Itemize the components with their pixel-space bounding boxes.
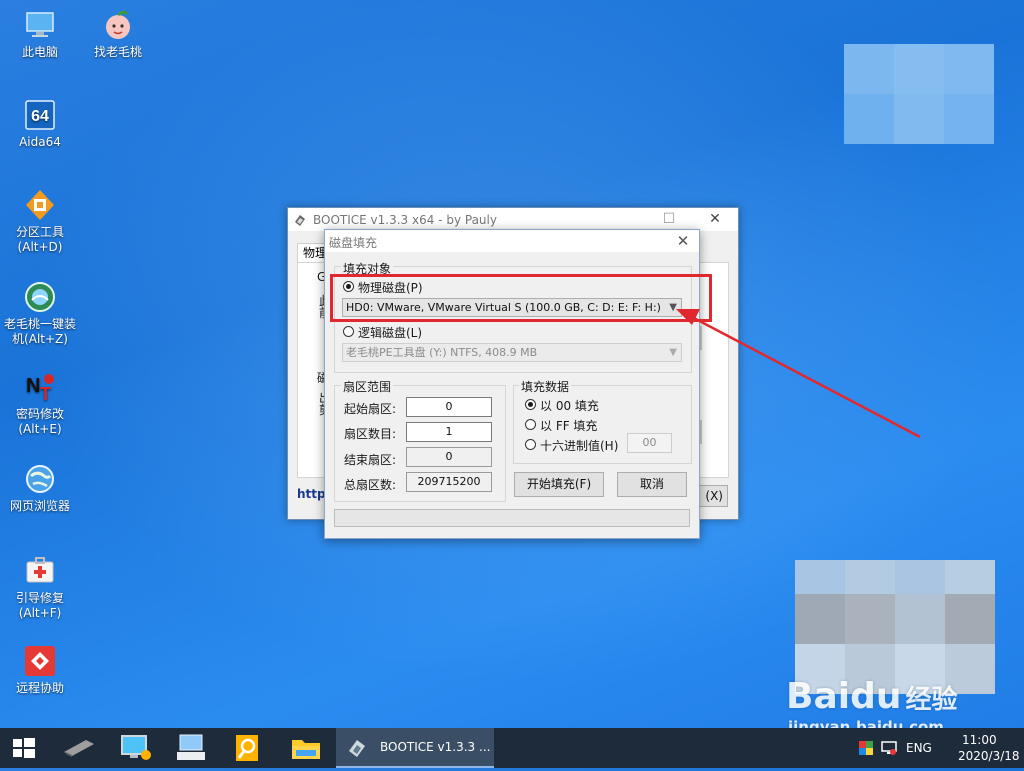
watermark-brand: Baidu 经验 <box>786 676 958 717</box>
taskbar-task-label: BOOTICE v1.3.3 ... <box>380 740 491 754</box>
watermark-brand-text: Baidu <box>786 676 902 717</box>
memory-chip-icon <box>64 740 94 757</box>
taskbar-pin-device-manager[interactable] <box>114 728 158 768</box>
taskbar-task-bootice[interactable]: BOOTICE v1.3.3 ... <box>336 728 494 768</box>
network-tray-icon[interactable] <box>880 739 898 757</box>
taskbar-pin-keyboard[interactable] <box>170 728 214 768</box>
device-manager-icon <box>121 735 151 760</box>
taskbar-pin-search-tool[interactable] <box>226 728 270 768</box>
clock-time[interactable]: 11:00 <box>962 733 997 747</box>
keyboard-monitor-icon <box>177 734 205 760</box>
windows-icon <box>13 738 35 758</box>
color-profile-tray-icon[interactable] <box>858 740 874 756</box>
folder-icon <box>292 740 320 759</box>
watermark-brand-cn: 经验 <box>905 685 958 715</box>
start-button[interactable] <box>0 728 48 768</box>
bootice-task-icon <box>349 740 365 757</box>
annotation-arrow <box>676 309 921 439</box>
search-icon <box>236 735 258 761</box>
taskbar: BOOTICE v1.3.3 ... ENG 11:00 2020/3/18 <box>0 728 1024 768</box>
language-indicator[interactable]: ENG <box>906 741 932 755</box>
taskbar-pin-file-explorer[interactable] <box>284 728 328 768</box>
taskbar-pin-memory[interactable] <box>56 728 100 768</box>
clock-date[interactable]: 2020/3/18 <box>958 749 1020 763</box>
